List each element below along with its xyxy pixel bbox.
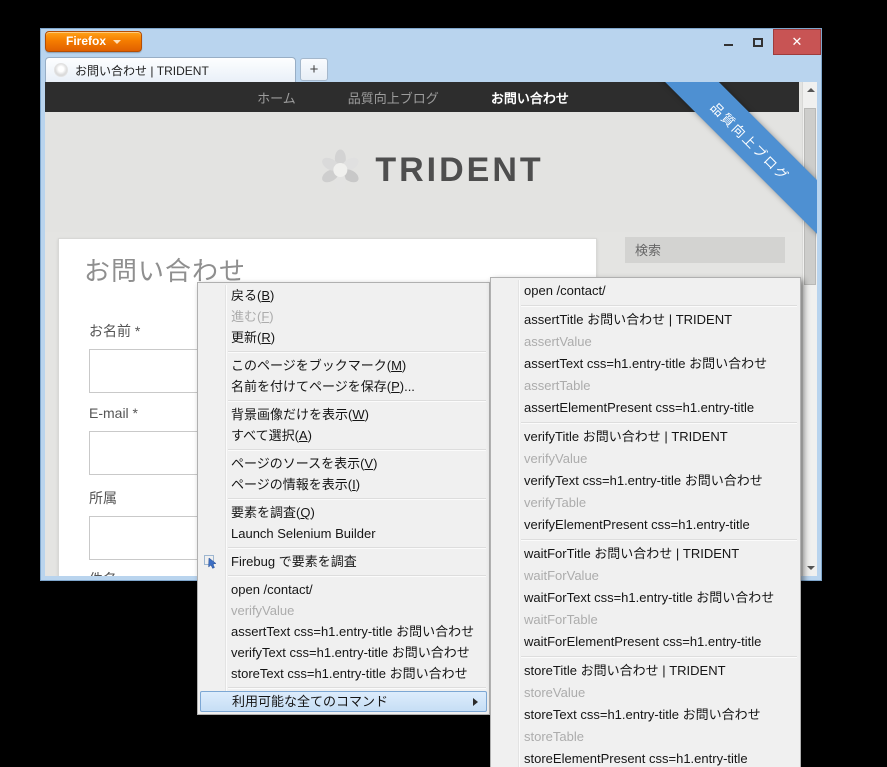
context-menu: 戻る(B) 進む(F) 更新(R) このページをブックマーク(M) 名前を付けて… bbox=[197, 282, 490, 715]
chevron-down-icon bbox=[113, 40, 121, 44]
submenu-item-asserttitle[interactable]: assertTitle お問い合わせ | TRIDENT bbox=[491, 309, 800, 331]
nav-link-home[interactable]: ホーム bbox=[257, 88, 296, 107]
menu-separator bbox=[228, 575, 486, 576]
menu-separator bbox=[521, 422, 797, 423]
trident-logo-icon bbox=[318, 148, 362, 192]
field-label-subject: 件名 bbox=[89, 571, 117, 576]
menu-item-asserttext[interactable]: assertText css=h1.entry-title お問い合わせ bbox=[198, 621, 489, 642]
menu-item-firebug-inspect[interactable]: Firebug で要素を調査 bbox=[198, 551, 489, 572]
menu-separator bbox=[521, 539, 797, 540]
menu-item-verifytext[interactable]: verifyText css=h1.entry-title お問い合わせ bbox=[198, 642, 489, 663]
submenu-item-waitfortitle[interactable]: waitForTitle お問い合わせ | TRIDENT bbox=[491, 543, 800, 565]
vertical-scrollbar[interactable] bbox=[802, 82, 817, 576]
field-label-affiliation: 所属 bbox=[89, 490, 117, 506]
menu-separator bbox=[521, 305, 797, 306]
all-commands-submenu: open /contact/ assertTitle お問い合わせ | TRID… bbox=[490, 277, 801, 767]
submenu-item-assertvalue: assertValue bbox=[491, 331, 800, 353]
submenu-item-verifyvalue: verifyValue bbox=[491, 448, 800, 470]
submenu-item-verifytext[interactable]: verifyText css=h1.entry-title お問い合わせ bbox=[491, 470, 800, 492]
new-tab-button[interactable]: + bbox=[300, 58, 328, 81]
submenu-item-waitforvalue: waitForValue bbox=[491, 565, 800, 587]
submenu-item-waitfortable: waitForTable bbox=[491, 609, 800, 631]
nav-link-blog[interactable]: 品質向上ブログ bbox=[348, 88, 439, 107]
tab-contact-page[interactable]: お問い合わせ | TRIDENT bbox=[45, 57, 296, 82]
tab-favicon-icon bbox=[54, 63, 68, 77]
minimize-button[interactable] bbox=[713, 29, 743, 55]
menu-separator bbox=[228, 547, 486, 548]
menu-item-back[interactable]: 戻る(B) bbox=[198, 285, 489, 306]
submenu-item-asserttable: assertTable bbox=[491, 375, 800, 397]
scroll-up-icon bbox=[807, 88, 815, 92]
firefox-app-button[interactable]: Firefox bbox=[45, 31, 142, 52]
menu-item-view-source[interactable]: ページのソースを表示(V) bbox=[198, 453, 489, 474]
submenu-item-storetable: storeTable bbox=[491, 726, 800, 748]
minimize-icon bbox=[724, 44, 733, 46]
menu-separator bbox=[521, 656, 797, 657]
site-logo-text: TRIDENT bbox=[375, 151, 543, 190]
submenu-item-open[interactable]: open /contact/ bbox=[491, 280, 800, 302]
form-field-subject: 件名 bbox=[89, 569, 117, 576]
menu-separator bbox=[228, 498, 486, 499]
menu-item-inspect-element[interactable]: 要素を調査(Q) bbox=[198, 502, 489, 523]
tab-strip: お問い合わせ | TRIDENT + bbox=[41, 55, 821, 82]
submenu-item-storevalue: storeValue bbox=[491, 682, 800, 704]
menu-item-view-background-image[interactable]: 背景画像だけを表示(W) bbox=[198, 404, 489, 425]
menu-item-forward: 進む(F) bbox=[198, 306, 489, 327]
menu-item-storetext[interactable]: storeText css=h1.entry-title お問い合わせ bbox=[198, 663, 489, 684]
submenu-item-assertelementpresent[interactable]: assertElementPresent css=h1.entry-title bbox=[491, 397, 800, 419]
window-titlebar[interactable]: Firefox ✕ bbox=[41, 29, 821, 55]
submenu-item-asserttext[interactable]: assertText css=h1.entry-title お問い合わせ bbox=[491, 353, 800, 375]
field-label-name: お名前 * bbox=[89, 323, 140, 339]
menu-item-reload[interactable]: 更新(R) bbox=[198, 327, 489, 348]
scroll-up-button[interactable] bbox=[803, 82, 817, 98]
menu-separator bbox=[228, 449, 486, 450]
submenu-item-storetext[interactable]: storeText css=h1.entry-title お問い合わせ bbox=[491, 704, 800, 726]
site-header: TRIDENT bbox=[45, 112, 817, 232]
nav-link-contact[interactable]: お問い合わせ bbox=[491, 88, 569, 107]
search-input[interactable] bbox=[625, 237, 785, 263]
menu-item-bookmark-page[interactable]: このページをブックマーク(M) bbox=[198, 355, 489, 376]
menu-item-save-page-as[interactable]: 名前を付けてページを保存(P)... bbox=[198, 376, 489, 397]
site-logo[interactable]: TRIDENT bbox=[318, 148, 543, 192]
field-label-email: E-mail * bbox=[89, 405, 138, 421]
scroll-down-icon bbox=[807, 566, 815, 570]
firebug-inspect-icon bbox=[203, 554, 219, 570]
submenu-item-storeelementpresent[interactable]: storeElementPresent css=h1.entry-title bbox=[491, 748, 800, 767]
submenu-item-verifytitle[interactable]: verifyTitle お問い合わせ | TRIDENT bbox=[491, 426, 800, 448]
tab-title: お問い合わせ | TRIDENT bbox=[75, 62, 209, 79]
desktop-background: Firefox ✕ お問い合わせ | TRIDENT + ホーム 品質向上ブログ… bbox=[0, 0, 887, 767]
submenu-item-waitfortext[interactable]: waitForText css=h1.entry-title お問い合わせ bbox=[491, 587, 800, 609]
menu-item-select-all[interactable]: すべて選択(A) bbox=[198, 425, 489, 446]
maximize-icon bbox=[753, 38, 763, 47]
maximize-button[interactable] bbox=[743, 29, 773, 55]
menu-item-view-page-info[interactable]: ページの情報を表示(I) bbox=[198, 474, 489, 495]
submenu-item-waitforelementpresent[interactable]: waitForElementPresent css=h1.entry-title bbox=[491, 631, 800, 653]
close-icon: ✕ bbox=[792, 34, 803, 50]
menu-item-launch-selenium-builder[interactable]: Launch Selenium Builder bbox=[198, 523, 489, 544]
submenu-arrow-icon bbox=[473, 698, 478, 706]
submenu-item-verifyelementpresent[interactable]: verifyElementPresent css=h1.entry-title bbox=[491, 514, 800, 536]
submenu-item-verifytable: verifyTable bbox=[491, 492, 800, 514]
close-button[interactable]: ✕ bbox=[773, 29, 821, 55]
menu-item-verifyvalue: verifyValue bbox=[198, 600, 489, 621]
menu-separator bbox=[228, 351, 486, 352]
menu-separator bbox=[228, 687, 486, 688]
submenu-item-storetitle[interactable]: storeTitle お問い合わせ | TRIDENT bbox=[491, 660, 800, 682]
scroll-down-button[interactable] bbox=[803, 560, 817, 576]
menu-item-open-contact[interactable]: open /contact/ bbox=[198, 579, 489, 600]
menu-separator bbox=[228, 400, 486, 401]
window-controls: ✕ bbox=[713, 29, 821, 55]
firefox-app-button-label: Firefox bbox=[66, 34, 106, 48]
menu-item-all-available-commands[interactable]: 利用可能な全てのコマンド bbox=[200, 691, 487, 712]
